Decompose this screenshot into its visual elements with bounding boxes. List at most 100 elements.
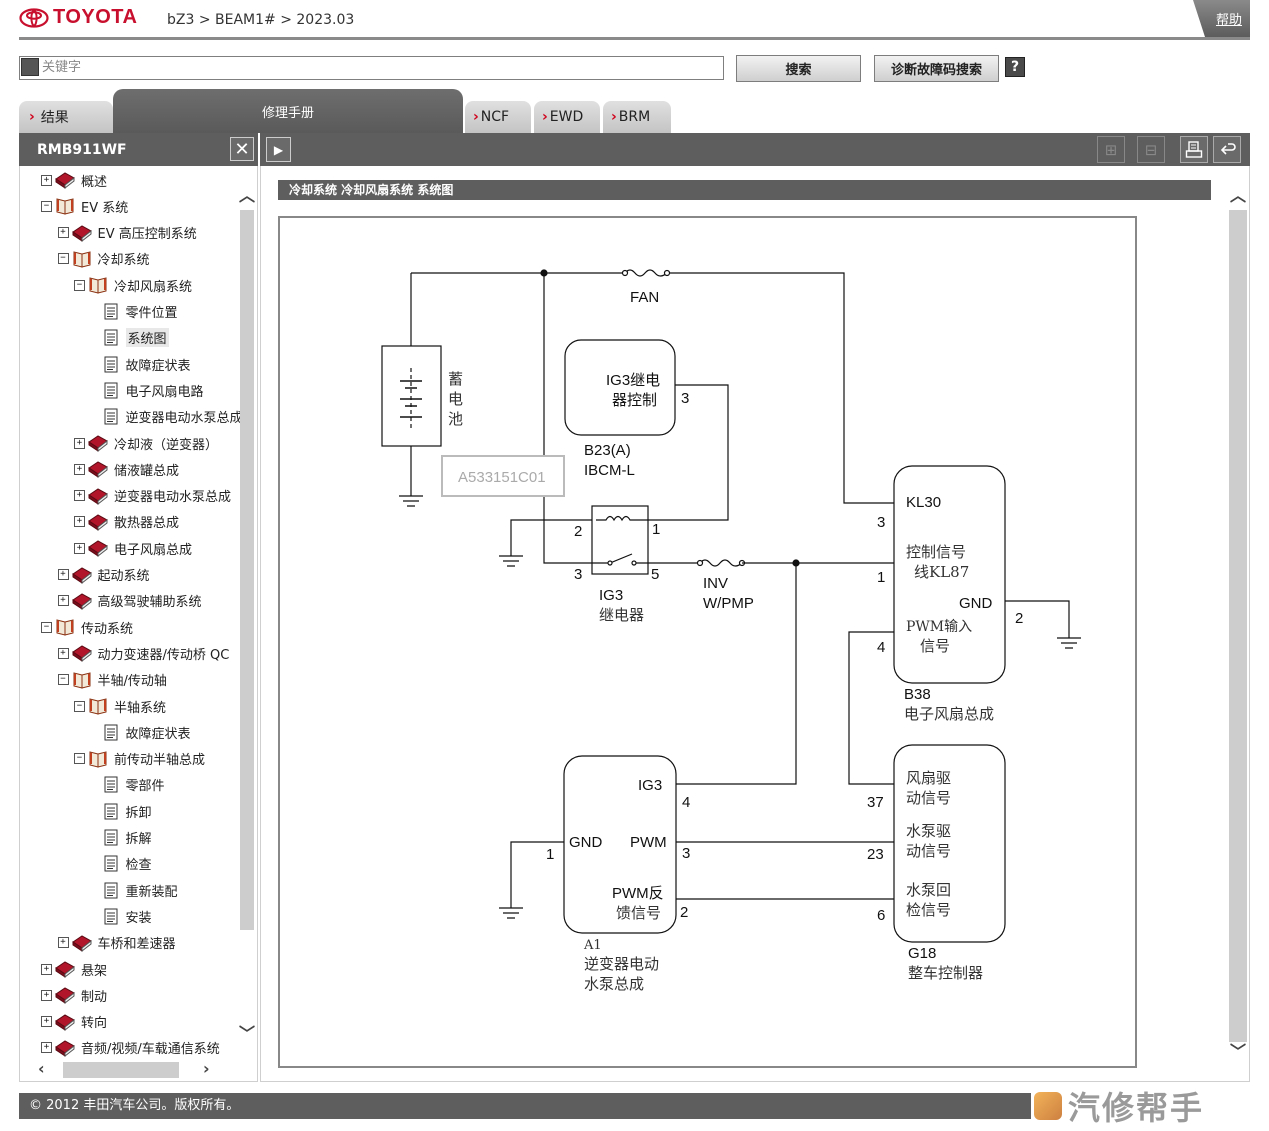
zoom-in-button[interactable]: ⊞ bbox=[1097, 136, 1125, 163]
expand-icon[interactable]: + bbox=[41, 963, 52, 975]
book-closed-icon bbox=[87, 513, 109, 531]
expand-icon[interactable]: + bbox=[57, 227, 69, 239]
figure-id-label: A533151C01 bbox=[458, 469, 546, 486]
tree-node[interactable]: 拆卸 bbox=[104, 800, 152, 822]
tree-node[interactable]: − 冷却风扇系统 bbox=[74, 274, 192, 296]
scroll-down-icon[interactable]: ﹀ bbox=[239, 1020, 255, 1044]
collapse-icon[interactable]: − bbox=[41, 200, 52, 212]
toyota-logo[interactable]: TOYOTA bbox=[19, 6, 137, 29]
expand-icon[interactable]: + bbox=[74, 542, 85, 554]
pump-name-l2: 水泵总成 bbox=[584, 975, 644, 993]
tree-node[interactable]: 检查 bbox=[104, 853, 152, 875]
collapse-icon[interactable]: − bbox=[57, 253, 69, 265]
tab-ewd[interactable]: › EWD bbox=[534, 101, 600, 133]
tree-node-label: 拆卸 bbox=[125, 805, 152, 821]
tree-node[interactable]: 逆变器电动水泵总成 bbox=[104, 406, 243, 428]
tree-node[interactable]: − 半轴系统 bbox=[74, 695, 166, 717]
tab-repair-manual[interactable]: 修理手册 bbox=[113, 89, 463, 133]
pump-ig3: IG3 bbox=[638, 777, 662, 794]
tab-brm[interactable]: › BRM bbox=[603, 101, 671, 133]
collapse-icon[interactable]: − bbox=[74, 279, 85, 291]
close-panel-button[interactable]: ✕ bbox=[230, 137, 254, 161]
search-input[interactable]: 关键字 bbox=[19, 56, 724, 80]
toggle-panel-button[interactable]: ▶ bbox=[266, 137, 291, 162]
tree-horizontal-scrollbar-thumb[interactable] bbox=[63, 1062, 179, 1078]
collapse-icon[interactable]: − bbox=[74, 700, 85, 712]
content-scroll-up-icon[interactable]: ︿ bbox=[1230, 182, 1246, 206]
tree-node-label: 传动系统 bbox=[81, 621, 134, 637]
content-vertical-scrollbar-thumb[interactable] bbox=[1229, 210, 1247, 1042]
tree-node[interactable]: + 储液罐总成 bbox=[74, 458, 179, 480]
tree-node[interactable]: 重新装配 bbox=[104, 879, 178, 901]
scroll-up-icon[interactable]: ︿ bbox=[239, 182, 255, 206]
back-button[interactable] bbox=[1213, 136, 1241, 163]
expand-icon[interactable]: + bbox=[41, 1016, 52, 1028]
tree-node[interactable]: + 起动系统 bbox=[57, 564, 150, 586]
tree-node-label: 逆变器电动水泵总成 bbox=[114, 490, 232, 506]
tree-node[interactable]: + EV 高压控制系统 bbox=[57, 222, 197, 244]
tree-node[interactable]: − EV 系统 bbox=[41, 195, 128, 217]
expand-icon[interactable]: + bbox=[74, 437, 85, 449]
tree-node[interactable]: + 悬架 bbox=[41, 958, 107, 980]
scroll-right-icon[interactable]: › bbox=[203, 1059, 210, 1078]
tree-node[interactable]: 零件位置 bbox=[104, 301, 178, 323]
tree-node[interactable]: 电子风扇电路 bbox=[104, 379, 204, 401]
tree-node[interactable]: 系统图 bbox=[104, 327, 169, 349]
content-scroll-down-icon[interactable]: ﹀ bbox=[1230, 1038, 1246, 1062]
tree-node[interactable]: + 制动 bbox=[41, 984, 107, 1006]
tree-node[interactable]: + 冷却液（逆变器） bbox=[74, 432, 218, 454]
ibcm-pin: 3 bbox=[681, 390, 689, 407]
tree-node[interactable]: 故障症状表 bbox=[104, 353, 191, 375]
tree-node[interactable]: + 散热器总成 bbox=[74, 511, 179, 533]
tree-node[interactable]: − 冷却系统 bbox=[57, 248, 150, 270]
tree-vertical-scrollbar-thumb[interactable] bbox=[240, 210, 254, 930]
scroll-left-icon[interactable]: ‹ bbox=[38, 1059, 45, 1078]
tree-node[interactable]: 安装 bbox=[104, 905, 152, 927]
tree-node[interactable]: 零部件 bbox=[104, 774, 165, 796]
chevron-right-icon: › bbox=[29, 109, 35, 125]
tree-node[interactable]: − 前传动半轴总成 bbox=[74, 748, 205, 770]
tab-results[interactable]: › 结果 bbox=[19, 101, 113, 133]
ecu-pump-l2: 动信号 bbox=[906, 842, 951, 860]
help-link[interactable]: 帮助 bbox=[1193, 0, 1250, 37]
expand-icon[interactable]: + bbox=[57, 647, 69, 659]
tree-node[interactable]: + 音频/视频/车载通信系统 bbox=[41, 1037, 220, 1059]
zoom-out-button[interactable]: ⊟ bbox=[1137, 136, 1165, 163]
tree-node[interactable]: + 车桥和差速器 bbox=[57, 932, 176, 954]
tree-node[interactable]: − 传动系统 bbox=[41, 616, 133, 638]
help-question-icon[interactable]: ? bbox=[1005, 57, 1025, 77]
tree-node[interactable]: + 转向 bbox=[41, 1011, 107, 1033]
tree-node[interactable]: 拆解 bbox=[104, 827, 152, 849]
dtc-search-button[interactable]: 诊断故障码搜索 bbox=[874, 55, 999, 82]
expand-icon[interactable]: + bbox=[74, 463, 85, 475]
tree-node[interactable]: + 逆变器电动水泵总成 bbox=[74, 485, 231, 507]
tree-node[interactable]: + 概述 bbox=[41, 169, 107, 191]
fan-pwm-l2: 信号 bbox=[920, 637, 950, 655]
section-title: 冷却系统 冷却风扇系统 系统图 bbox=[278, 180, 1211, 200]
print-button[interactable] bbox=[1180, 136, 1208, 163]
tree-node[interactable]: + 动力变速器/传动桥 QC bbox=[57, 642, 229, 664]
book-closed-icon bbox=[71, 644, 93, 663]
footer: © 2012 丰田汽车公司。版权所有。 bbox=[19, 1093, 1031, 1119]
book-closed-icon bbox=[87, 434, 109, 453]
expand-icon[interactable]: + bbox=[41, 174, 52, 186]
book-open-icon bbox=[54, 197, 76, 215]
tab-ncf[interactable]: › NCF bbox=[465, 101, 531, 133]
collapse-icon[interactable]: − bbox=[57, 674, 69, 686]
expand-icon[interactable]: + bbox=[57, 595, 69, 607]
tree-node[interactable]: + 电子风扇总成 bbox=[74, 537, 192, 559]
expand-icon[interactable]: + bbox=[41, 1042, 52, 1054]
expand-icon[interactable]: + bbox=[74, 516, 85, 528]
close-icon: ✕ bbox=[234, 138, 250, 160]
collapse-icon[interactable]: − bbox=[74, 753, 85, 765]
expand-icon[interactable]: + bbox=[57, 937, 69, 949]
expand-icon[interactable]: + bbox=[74, 490, 85, 502]
tree-node[interactable]: − 半轴/传动轴 bbox=[57, 669, 167, 691]
collapse-icon[interactable]: − bbox=[41, 621, 52, 633]
search-button[interactable]: 搜索 bbox=[736, 55, 861, 82]
tree-node[interactable]: + 高级驾驶辅助系统 bbox=[57, 590, 202, 612]
battery-label-1: 蓄 bbox=[448, 370, 463, 388]
expand-icon[interactable]: + bbox=[57, 569, 69, 580]
expand-icon[interactable]: + bbox=[41, 989, 52, 1001]
tree-node[interactable]: 故障症状表 bbox=[104, 721, 191, 743]
